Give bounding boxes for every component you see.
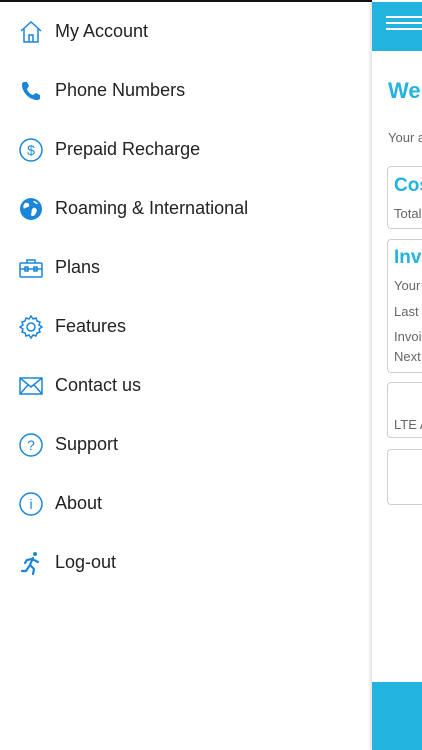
menu-item-features[interactable]: Features xyxy=(0,297,372,356)
svg-text:?: ? xyxy=(27,437,35,453)
menu-item-my-account[interactable]: My Account xyxy=(0,2,372,61)
footer-bar xyxy=(372,682,422,750)
svg-text:$: $ xyxy=(27,142,35,158)
question-circle-icon: ? xyxy=(18,432,44,458)
empty-card[interactable] xyxy=(387,449,422,505)
menu-label: About xyxy=(55,493,103,513)
navigation-drawer: My Account Phone Numbers $ Prepaid Recha… xyxy=(0,0,372,750)
menu-item-contact-us[interactable]: Contact us xyxy=(0,356,372,415)
cost-card[interactable]: Cos Total xyxy=(387,166,422,229)
toolbox-icon xyxy=(18,255,44,281)
main-content-panel[interactable]: Wel Your a Cos Total Inv Your Last Invoi… xyxy=(372,0,422,750)
menu-item-roaming[interactable]: Roaming & International xyxy=(0,179,372,238)
menu-item-prepaid-recharge[interactable]: $ Prepaid Recharge xyxy=(0,120,372,179)
menu-label: My Account xyxy=(55,21,149,41)
invoice-line: Invoic xyxy=(394,329,422,344)
menu-item-log-out[interactable]: Log-out xyxy=(0,533,372,592)
account-summary-text: Your a xyxy=(388,130,422,145)
menu-label: Prepaid Recharge xyxy=(55,139,201,159)
svg-text:i: i xyxy=(29,496,32,512)
menu-label: Roaming & International xyxy=(55,198,249,218)
menu-item-phone-numbers[interactable]: Phone Numbers xyxy=(0,61,372,120)
running-person-icon xyxy=(18,550,44,576)
menu-label: Features xyxy=(55,316,127,336)
lte-card[interactable]: LTE A xyxy=(387,382,422,438)
invoice-line: Next xyxy=(394,349,421,364)
invoice-card[interactable]: Inv Your Last Invoic Next xyxy=(387,239,422,373)
welcome-title: Wel xyxy=(388,78,422,103)
menu-item-about[interactable]: i About xyxy=(0,474,372,533)
cost-card-line: Total xyxy=(394,206,422,221)
menu-label: Log-out xyxy=(55,552,117,572)
menu-item-support[interactable]: ? Support xyxy=(0,415,372,474)
invoice-line: Your xyxy=(394,278,421,293)
lte-card-line: LTE A xyxy=(394,417,422,432)
menu-label: Support xyxy=(55,434,119,454)
app-header xyxy=(372,2,422,51)
invoice-card-title: Inv xyxy=(394,247,422,268)
gear-icon xyxy=(18,314,44,340)
cost-card-title: Cos xyxy=(394,175,422,196)
menu-label: Phone Numbers xyxy=(55,80,186,100)
phone-icon xyxy=(18,78,44,104)
globe-icon xyxy=(18,196,44,222)
menu-item-plans[interactable]: Plans xyxy=(0,238,372,297)
home-icon xyxy=(18,19,44,45)
info-circle-icon: i xyxy=(18,491,44,517)
menu-label: Contact us xyxy=(55,375,142,395)
envelope-icon xyxy=(18,373,44,399)
invoice-line: Last xyxy=(394,304,419,319)
dollar-circle-icon: $ xyxy=(18,137,44,163)
hamburger-menu-icon[interactable] xyxy=(386,16,422,36)
menu-label: Plans xyxy=(55,257,101,277)
